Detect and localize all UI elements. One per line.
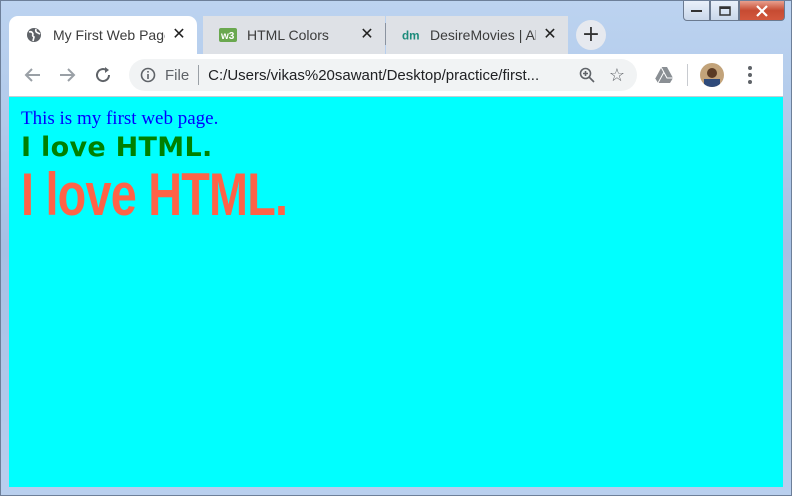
tab-html-colors[interactable]: w3 HTML Colors ✕ <box>203 16 385 54</box>
drive-extension-icon[interactable] <box>653 64 675 86</box>
toolbar-divider <box>687 64 688 86</box>
browser-toolbar: File C:/Users/vikas%20sawant/Desktop/pra… <box>9 54 783 96</box>
toolbar-right <box>653 63 760 87</box>
plus-icon: + <box>581 22 601 47</box>
address-bar[interactable]: File C:/Users/vikas%20sawant/Desktop/pra… <box>129 59 637 91</box>
tab-desiremovies[interactable]: dm DesireMovies | All ✕ <box>386 16 568 54</box>
tab-close-icon[interactable]: ✕ <box>542 27 558 43</box>
zoom-icon[interactable] <box>577 65 597 85</box>
tab-title: DesireMovies | All <box>430 27 536 43</box>
back-button[interactable] <box>19 61 47 89</box>
profile-avatar[interactable] <box>700 63 724 87</box>
tab-title: My First Web Page <box>53 27 165 43</box>
maximize-button[interactable] <box>710 1 739 21</box>
new-tab-button[interactable]: + <box>576 20 606 50</box>
tab-my-first-web-page[interactable]: My First Web Page ✕ <box>9 16 197 54</box>
minimize-button[interactable] <box>683 1 710 21</box>
page-text-line-1: This is my first web page. <box>21 108 219 129</box>
globe-icon <box>25 26 43 44</box>
bookmark-star-icon[interactable]: ☆ <box>607 65 627 85</box>
dm-favicon-icon: dm <box>402 26 420 44</box>
tab-strip: My First Web Page ✕ w3 HTML Colors ✕ dm … <box>9 14 681 54</box>
close-window-button[interactable] <box>739 1 785 21</box>
reload-button[interactable] <box>89 61 117 89</box>
window-caption-buttons <box>683 1 785 23</box>
arrow-right-icon <box>60 68 76 82</box>
tab-title: HTML Colors <box>247 27 329 43</box>
w3-favicon-icon: w3 <box>219 26 237 44</box>
page-heading-tomato: I love HTML. <box>21 161 288 228</box>
url-text[interactable]: C:/Users/vikas%20sawant/Desktop/practice… <box>208 67 571 84</box>
info-icon[interactable] <box>139 66 157 84</box>
arrow-left-icon <box>24 68 40 82</box>
page-viewport: This is my first web page. I love HTML. … <box>9 96 783 487</box>
url-scheme-label: File <box>165 66 190 84</box>
tab-close-icon[interactable]: ✕ <box>359 27 375 43</box>
forward-button[interactable] <box>53 61 81 89</box>
svg-text:w3: w3 <box>220 31 235 42</box>
tab-close-icon[interactable]: ✕ <box>171 27 187 43</box>
svg-text:dm: dm <box>402 30 420 43</box>
menu-kebab-icon[interactable] <box>740 63 760 87</box>
omnibox-divider <box>198 65 200 85</box>
browser-window: My First Web Page ✕ w3 HTML Colors ✕ dm … <box>0 0 792 496</box>
minimize-icon <box>691 9 702 12</box>
reload-icon <box>96 67 111 83</box>
close-icon <box>756 4 768 17</box>
restore-icon <box>718 5 731 16</box>
